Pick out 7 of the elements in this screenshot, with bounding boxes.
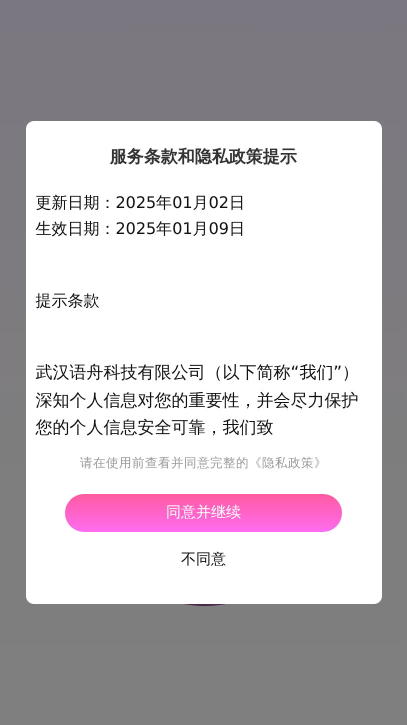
decline-button[interactable]: 不同意 <box>175 548 232 570</box>
section-heading: 提示条款 <box>36 290 100 312</box>
notice-text: 请在使用前查看并同意完整的《隐私政策》 <box>80 454 327 472</box>
policy-paragraph: 武汉语舟科技有限公司（以下简称“我们”）深知个人信息对您的重要性，并会尽力保护您的个人信息安全可靠，我们致 <box>36 362 360 440</box>
dialog-title: 服务条款和隐私政策提示 <box>110 146 297 168</box>
date-text: 更新日期：2025年01月02日 <box>36 192 246 214</box>
date-text: 生效日期：2025年01月09日 <box>36 218 246 240</box>
